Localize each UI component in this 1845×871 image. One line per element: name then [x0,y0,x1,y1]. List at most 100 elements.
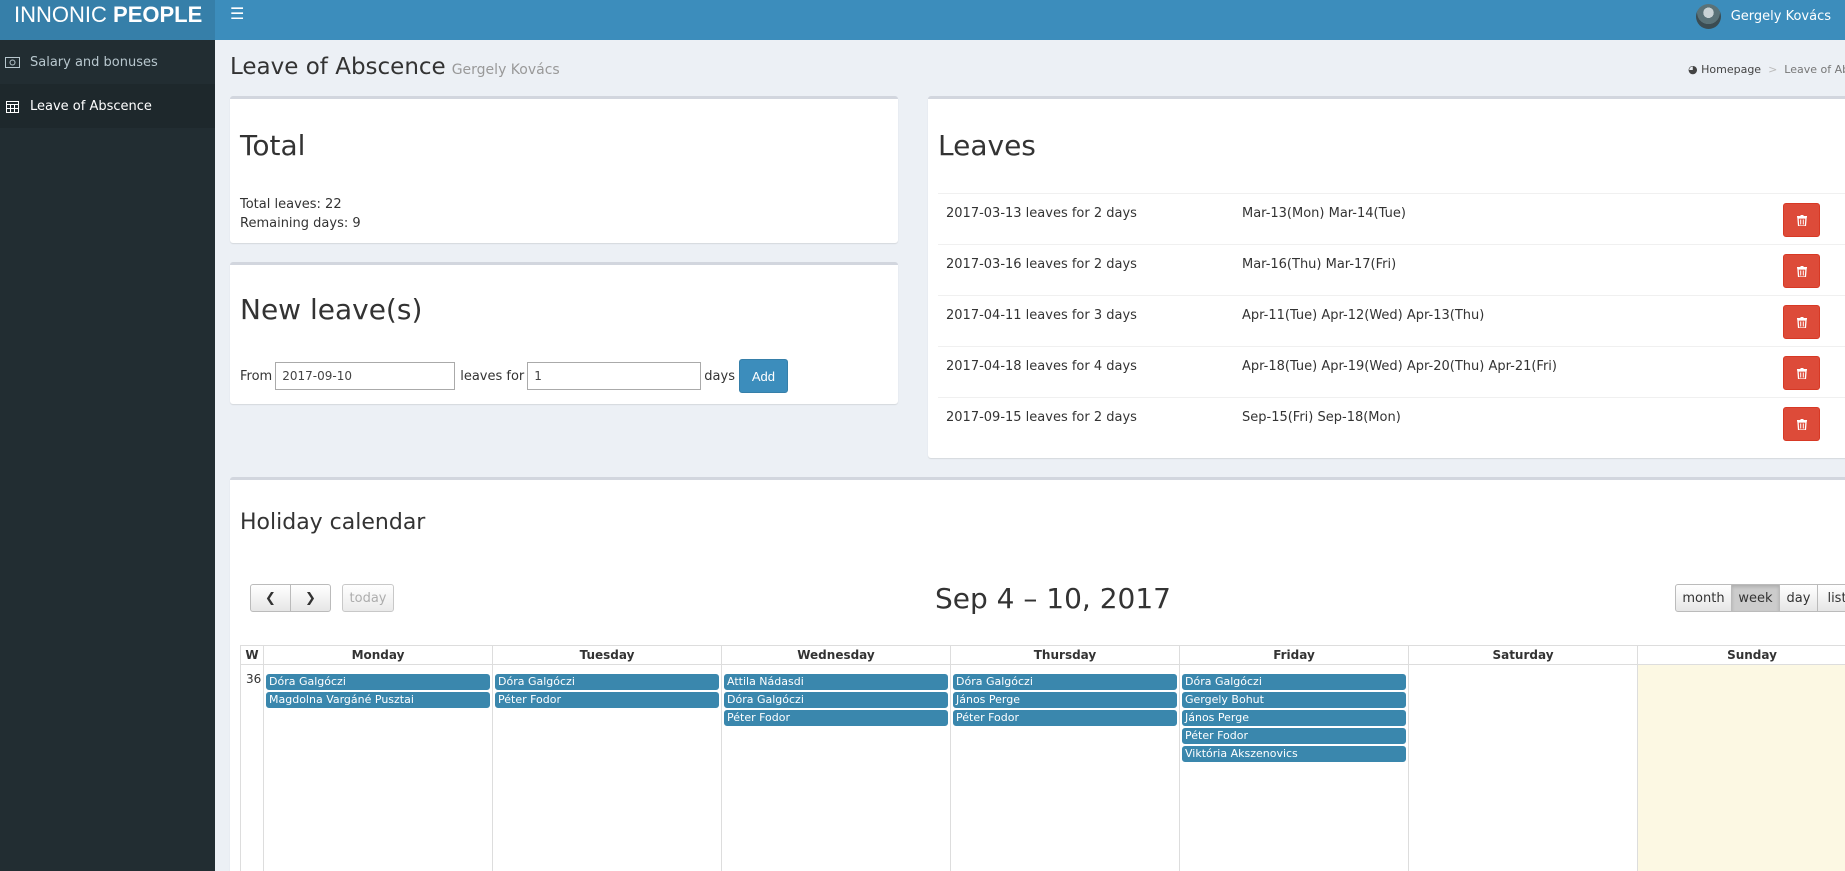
today-button[interactable]: today [342,584,394,612]
sidebar-item-leave[interactable]: Leave of Abscence [0,84,215,128]
leave-row: 2017-04-11 leaves for 3 days Apr-11(Tue)… [938,295,1845,346]
trash-icon [1796,418,1807,430]
trash-icon [1796,316,1807,328]
week-number: 36 [246,672,262,686]
day-column-sunday[interactable]: Sunday [1638,645,1845,871]
calendar-event[interactable]: János Perge [1182,710,1406,726]
day-header: Monday [264,645,492,665]
day-header: Tuesday [493,645,721,665]
calendar-event[interactable]: Péter Fodor [1182,728,1406,744]
day-column-friday[interactable]: Friday Dóra Galgóczi Gergely Bohut János… [1180,645,1409,871]
day-column-monday[interactable]: Monday Dóra Galgóczi Magdolna Vargáné Pu… [264,645,493,871]
sidebar-item-salary[interactable]: Salary and bonuses [0,40,215,84]
view-week-button[interactable]: week [1731,584,1780,612]
chevron-right-icon: ❯ [305,590,316,606]
user-menu[interactable]: Gergely Kovács [1695,4,1831,29]
delete-leave-button[interactable] [1783,407,1820,441]
leave-days: Sep-15(Fri) Sep-18(Mon) [1242,410,1401,425]
calendar-title: Holiday calendar [240,510,426,535]
next-button[interactable]: ❯ [290,584,331,612]
day-header: Wednesday [722,645,950,665]
add-button[interactable]: Add [738,359,788,393]
prev-button[interactable]: ❮ [250,584,291,612]
calendar-icon [4,100,20,113]
sidebar: Salary and bonuses Leave of Abscence [0,40,215,871]
leave-days: Apr-11(Tue) Apr-12(Wed) Apr-13(Thu) [1242,308,1485,323]
leave-summary: 2017-04-18 leaves for 4 days [946,359,1137,374]
sidebar-item-label: Leave of Abscence [30,98,152,114]
leave-row: 2017-03-13 leaves for 2 days Mar-13(Mon)… [938,193,1845,244]
page-title: Leave of Abscence Gergely Kovács [230,54,560,80]
day-header: Thursday [951,645,1179,665]
breadcrumb-current: Leave of Abs [1784,63,1845,76]
breadcrumb-home-link[interactable]: Homepage [1701,63,1761,76]
breadcrumb: ◕ Homepage > Leave of Abs [1688,63,1845,76]
week-number-column: W 36 [241,645,264,871]
calendar-event[interactable]: Gergely Bohut [1182,692,1406,708]
leave-summary: 2017-04-11 leaves for 3 days [946,308,1137,323]
new-leave-title: New leave(s) [240,293,423,326]
from-label: From [240,368,273,384]
day-column-wednesday[interactable]: Wednesday Attila Nádasdi Dóra Galgóczi P… [722,645,951,871]
leaves-for-label: leaves for [460,368,525,384]
calendar-event[interactable]: Magdolna Vargáné Pusztai [266,692,490,708]
money-icon [4,56,20,68]
day-header: Saturday [1409,645,1637,665]
leaves-box: Leaves 2017-03-13 leaves for 2 days Mar-… [928,96,1845,458]
leave-days: Apr-18(Tue) Apr-19(Wed) Apr-20(Thu) Apr-… [1242,359,1557,374]
page-title-text: Leave of Abscence [230,54,446,80]
day-header: Friday [1180,645,1408,665]
new-leave-box: New leave(s) From leaves for days Add [230,262,898,404]
days-label: days [704,368,735,384]
user-name: Gergely Kovács [1730,9,1831,24]
leave-summary: 2017-03-16 leaves for 2 days [946,257,1137,272]
delete-leave-button[interactable] [1783,254,1820,288]
calendar-event[interactable]: Dóra Galgóczi [1182,674,1406,690]
logo-light-text: INNONIC [14,2,107,27]
trash-icon [1796,214,1807,226]
menu-toggle-icon[interactable]: ☰ [230,4,244,23]
calendar-event[interactable]: Péter Fodor [724,710,948,726]
calendar-grid: W 36 Monday Dóra Galgóczi Magdolna Vargá… [240,645,1845,871]
trash-icon [1796,367,1807,379]
calendar-event[interactable]: Dóra Galgóczi [953,674,1177,690]
calendar-event[interactable]: Péter Fodor [953,710,1177,726]
calendar-range-title: Sep 4 – 10, 2017 [935,582,1171,615]
calendar-event[interactable]: Péter Fodor [495,692,719,708]
days-count-input[interactable] [527,362,702,390]
calendar-event[interactable]: Dóra Galgóczi [266,674,490,690]
page-subtitle: Gergely Kovács [451,62,560,78]
dashboard-icon: ◕ [1688,63,1698,76]
remaining-days-text: Remaining days: 9 [240,216,361,231]
day-column-saturday[interactable]: Saturday [1409,645,1638,871]
leave-row: 2017-03-16 leaves for 2 days Mar-16(Thu)… [938,244,1845,295]
delete-leave-button[interactable] [1783,356,1820,390]
day-column-tuesday[interactable]: Tuesday Dóra Galgóczi Péter Fodor [493,645,722,871]
view-list-button[interactable]: list [1817,584,1845,612]
delete-leave-button[interactable] [1783,203,1820,237]
total-title: Total [240,129,306,162]
avatar [1695,4,1721,29]
holiday-calendar-box: Holiday calendar ❮ ❯ today Sep 4 – 10, 2… [230,477,1845,871]
calendar-event[interactable]: Dóra Galgóczi [495,674,719,690]
leave-row: 2017-04-18 leaves for 4 days Apr-18(Tue)… [938,346,1845,397]
calendar-event[interactable]: Dóra Galgóczi [724,692,948,708]
from-date-input[interactable] [275,362,456,390]
sidebar-item-label: Salary and bonuses [30,54,158,70]
view-day-button[interactable]: day [1779,584,1818,612]
calendar-event[interactable]: Viktória Akszenovics [1182,746,1406,762]
breadcrumb-separator: > [1768,63,1778,76]
delete-leave-button[interactable] [1783,305,1820,339]
leave-summary: 2017-09-15 leaves for 2 days [946,410,1137,425]
leave-summary: 2017-03-13 leaves for 2 days [946,206,1137,221]
calendar-event[interactable]: János Perge [953,692,1177,708]
chevron-left-icon: ❮ [265,590,276,606]
logo-bold-text: PEOPLE [113,2,203,27]
app-logo[interactable]: INNONIC PEOPLE [0,0,215,40]
leaves-title: Leaves [938,129,1036,162]
week-column-header: W [241,645,263,665]
calendar-event[interactable]: Attila Nádasdi [724,674,948,690]
day-column-thursday[interactable]: Thursday Dóra Galgóczi János Perge Péter… [951,645,1180,871]
total-leaves-text: Total leaves: 22 [240,197,342,212]
view-month-button[interactable]: month [1675,584,1732,612]
